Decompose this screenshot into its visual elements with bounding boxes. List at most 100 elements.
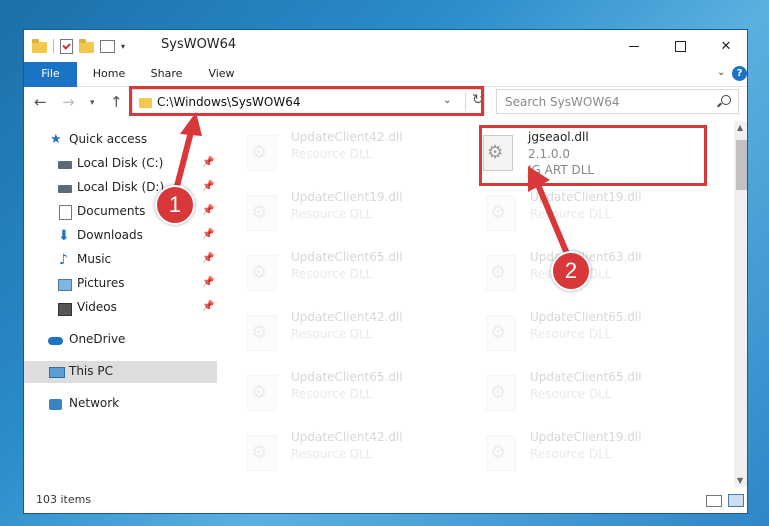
list-item[interactable]: UpdateClient42.dll Resource DLL	[217, 301, 437, 357]
dll-file-icon	[247, 375, 277, 411]
search-input[interactable]: Search SysWOW64	[496, 89, 739, 114]
sidebar-item-label: Music	[77, 252, 112, 266]
sidebar-item-label: Pictures	[77, 276, 125, 290]
tab-share[interactable]: Share	[144, 62, 189, 86]
disk-icon	[58, 161, 72, 169]
dll-file-icon	[247, 135, 277, 171]
sidebar-item-pictures[interactable]: Pictures 📌	[24, 273, 217, 295]
file-name: UpdateClient42.dll	[291, 130, 403, 144]
sidebar-item-label: Local Disk (C:)	[77, 156, 164, 170]
file-type: Resource DLL	[291, 327, 373, 341]
address-highlight-box	[129, 86, 484, 116]
sidebar-item-downloads[interactable]: ⬇ Downloads 📌	[24, 225, 217, 247]
list-item[interactable]: UpdateClient65.dll Resource DLL	[456, 301, 676, 357]
list-item[interactable]: UpdateClient65.dll Resource DLL	[456, 361, 676, 417]
file-type: Resource DLL	[291, 447, 373, 461]
list-item[interactable]: UpdateClient19.dll Resource DLL	[217, 181, 437, 237]
sidebar-item-label: Downloads	[77, 228, 143, 242]
divider	[53, 39, 54, 53]
sidebar-item-label: Network	[69, 396, 120, 410]
documents-icon	[59, 205, 72, 220]
view-icon[interactable]	[100, 39, 115, 53]
dll-file-icon	[247, 195, 277, 231]
file-type: Resource DLL	[291, 207, 373, 221]
file-name: UpdateClient19.dll	[530, 430, 642, 444]
pin-icon[interactable]: 📌	[202, 277, 214, 288]
sidebar-item-music[interactable]: ♪ Music 📌	[24, 249, 217, 271]
star-icon: ★	[50, 132, 62, 147]
scroll-down-icon[interactable]: ▼	[737, 476, 743, 485]
callout-2: 2	[551, 251, 591, 291]
sidebar-item-label: Videos	[77, 300, 117, 314]
downloads-icon: ⬇	[58, 228, 70, 244]
properties-icon[interactable]	[60, 38, 73, 54]
pin-icon[interactable]: 📌	[202, 301, 214, 312]
folder-icon	[32, 38, 47, 53]
sidebar-item-local-disk-c[interactable]: Local Disk (C:) 📌	[24, 153, 217, 175]
list-item[interactable]: UpdateClient19.dll Resource DLL	[456, 181, 676, 237]
file-name: UpdateClient65.dll	[291, 250, 403, 264]
dll-file-icon	[486, 315, 516, 351]
up-button[interactable]: ↑	[110, 93, 123, 111]
disk-icon	[58, 185, 72, 193]
dll-file-icon	[486, 255, 516, 291]
list-item[interactable]: UpdateClient65.dll Resource DLL	[217, 361, 437, 417]
list-item[interactable]: UpdateClient42.dll Resource DLL	[217, 121, 437, 177]
sidebar-item-videos[interactable]: Videos 📌	[24, 297, 217, 319]
file-type: Resource DLL	[530, 327, 612, 341]
file-type: Resource DLL	[291, 147, 373, 161]
pin-icon[interactable]: 📌	[202, 205, 214, 216]
file-type: Resource DLL	[530, 387, 612, 401]
sidebar-item-label: Quick access	[69, 132, 148, 146]
sidebar-item-this-pc[interactable]: This PC	[24, 361, 217, 383]
ribbon: File Home Share View ⌄ ?	[24, 62, 747, 118]
minimize-icon	[629, 45, 639, 47]
callout-1: 1	[155, 185, 195, 225]
close-button[interactable]: ✕	[703, 30, 747, 62]
tab-home[interactable]: Home	[84, 62, 134, 86]
sidebar-item-quick-access[interactable]: ★ Quick access	[24, 129, 217, 151]
back-button[interactable]: ←	[34, 93, 47, 111]
pin-icon[interactable]: 📌	[202, 157, 214, 168]
navigation-pane: ★ Quick access Local Disk (C:) 📌 Local D…	[24, 121, 217, 487]
dll-file-icon	[486, 435, 516, 471]
file-name: UpdateClient65.dll	[530, 370, 642, 384]
pin-icon[interactable]: 📌	[202, 253, 214, 264]
minimize-button[interactable]	[611, 30, 657, 62]
forward-button[interactable]: →	[62, 93, 75, 111]
new-folder-icon[interactable]	[79, 38, 94, 53]
pc-icon	[49, 367, 65, 378]
list-item[interactable]: UpdateClient19.dll Resource DLL	[456, 421, 676, 477]
sidebar-item-network[interactable]: Network	[24, 393, 217, 415]
search-icon[interactable]	[721, 95, 731, 105]
sidebar-item-label: This PC	[69, 364, 113, 378]
file-name: UpdateClient19.dll	[530, 190, 642, 204]
maximize-button[interactable]	[657, 30, 703, 62]
pin-icon[interactable]: 📌	[202, 181, 214, 192]
recent-locations-icon[interactable]: ▾	[90, 98, 95, 108]
file-name: UpdateClient42.dll	[291, 430, 403, 444]
details-view-icon[interactable]	[706, 495, 722, 507]
status-bar: 103 items	[24, 487, 747, 513]
maximize-icon	[674, 40, 686, 52]
list-item[interactable]: UpdateClient42.dll Resource DLL	[217, 421, 437, 477]
dll-file-icon	[486, 375, 516, 411]
scroll-up-icon[interactable]: ▲	[737, 123, 743, 132]
chevron-down-icon[interactable]: ▾	[121, 42, 125, 51]
dll-file-icon	[486, 195, 516, 231]
scrollbar-thumb[interactable]	[736, 140, 747, 190]
file-name: UpdateClient65.dll	[291, 370, 403, 384]
file-name: UpdateClient65.dll	[530, 310, 642, 324]
network-icon	[49, 399, 62, 410]
list-item[interactable]: UpdateClient65.dll Resource DLL	[217, 241, 437, 297]
search-placeholder: Search SysWOW64	[505, 95, 620, 109]
sidebar-item-label: OneDrive	[69, 332, 126, 346]
vertical-scrollbar[interactable]: ▲ ▼	[734, 121, 747, 487]
large-icons-view-icon[interactable]	[728, 494, 744, 507]
title-bar: ▾ SysWOW64 ✕	[24, 30, 747, 62]
expand-ribbon-icon[interactable]: ⌄	[717, 67, 725, 78]
help-button[interactable]: ?	[732, 66, 747, 81]
pin-icon[interactable]: 📌	[202, 229, 214, 240]
tab-view[interactable]: View	[199, 62, 244, 86]
sidebar-item-onedrive[interactable]: OneDrive	[24, 329, 217, 351]
